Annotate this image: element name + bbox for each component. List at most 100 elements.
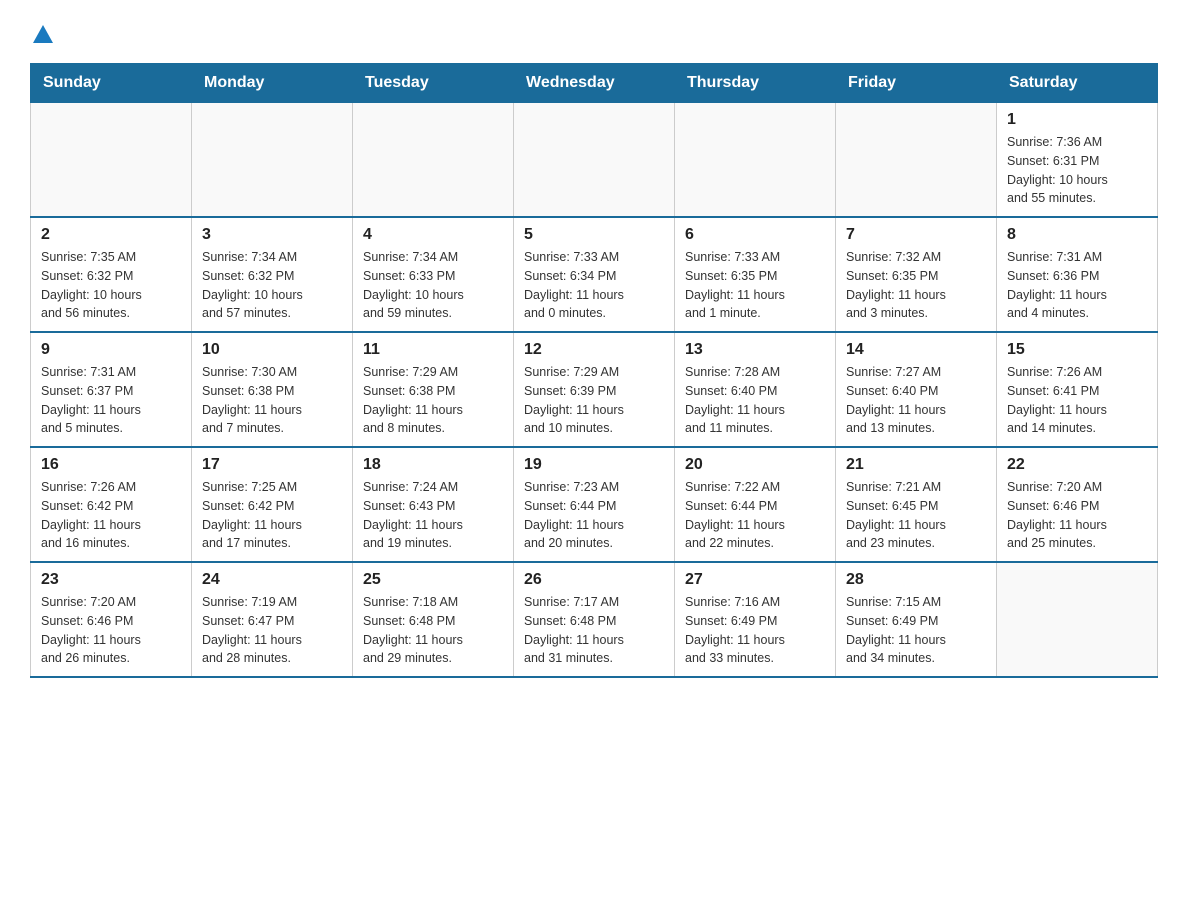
logo — [30, 20, 53, 43]
cell-day-number: 20 — [685, 456, 825, 474]
cell-sun-info: Sunrise: 7:24 AM Sunset: 6:43 PM Dayligh… — [363, 478, 503, 553]
cell-day-number: 9 — [41, 341, 181, 359]
cell-sun-info: Sunrise: 7:25 AM Sunset: 6:42 PM Dayligh… — [202, 478, 342, 553]
calendar-cell: 15 Sunrise: 7:26 AM Sunset: 6:41 PM Dayli… — [997, 332, 1158, 447]
cell-sun-info: Sunrise: 7:34 AM Sunset: 6:33 PM Dayligh… — [363, 248, 503, 323]
cell-sun-info: Sunrise: 7:26 AM Sunset: 6:41 PM Dayligh… — [1007, 363, 1147, 438]
cell-sun-info: Sunrise: 7:31 AM Sunset: 6:36 PM Dayligh… — [1007, 248, 1147, 323]
calendar-cell: 2 Sunrise: 7:35 AM Sunset: 6:32 PM Daylig… — [31, 217, 192, 332]
calendar-cell — [353, 103, 514, 218]
cell-sun-info: Sunrise: 7:20 AM Sunset: 6:46 PM Dayligh… — [41, 593, 181, 668]
calendar-cell — [31, 103, 192, 218]
cell-day-number: 18 — [363, 456, 503, 474]
cell-sun-info: Sunrise: 7:16 AM Sunset: 6:49 PM Dayligh… — [685, 593, 825, 668]
calendar-week-row: 1Sunrise: 7:36 AM Sunset: 6:31 PM Daylig… — [31, 103, 1158, 218]
calendar-cell — [514, 103, 675, 218]
cell-sun-info: Sunrise: 7:26 AM Sunset: 6:42 PM Dayligh… — [41, 478, 181, 553]
calendar-cell: 12 Sunrise: 7:29 AM Sunset: 6:39 PM Dayli… — [514, 332, 675, 447]
cell-sun-info: Sunrise: 7:29 AM Sunset: 6:38 PM Dayligh… — [363, 363, 503, 438]
calendar-cell — [192, 103, 353, 218]
day-header-saturday: Saturday — [997, 64, 1158, 103]
calendar-week-row: 2 Sunrise: 7:35 AM Sunset: 6:32 PM Daylig… — [31, 217, 1158, 332]
calendar-cell: 21 Sunrise: 7:21 AM Sunset: 6:45 PM Dayli… — [836, 447, 997, 562]
calendar-cell: 24 Sunrise: 7:19 AM Sunset: 6:47 PM Dayli… — [192, 562, 353, 677]
calendar-cell: 8 Sunrise: 7:31 AM Sunset: 6:36 PM Daylig… — [997, 217, 1158, 332]
cell-day-number: 2 — [41, 226, 181, 244]
calendar-cell: 27 Sunrise: 7:16 AM Sunset: 6:49 PM Dayli… — [675, 562, 836, 677]
cell-day-number: 25 — [363, 571, 503, 589]
calendar-cell: 25 Sunrise: 7:18 AM Sunset: 6:48 PM Dayli… — [353, 562, 514, 677]
calendar-cell: 26 Sunrise: 7:17 AM Sunset: 6:48 PM Dayli… — [514, 562, 675, 677]
cell-day-number: 12 — [524, 341, 664, 359]
cell-day-number: 27 — [685, 571, 825, 589]
calendar-cell: 22Sunrise: 7:20 AM Sunset: 6:46 PM Dayli… — [997, 447, 1158, 562]
cell-day-number: 23 — [41, 571, 181, 589]
cell-sun-info: Sunrise: 7:28 AM Sunset: 6:40 PM Dayligh… — [685, 363, 825, 438]
cell-day-number: 5 — [524, 226, 664, 244]
calendar-cell: 13Sunrise: 7:28 AM Sunset: 6:40 PM Dayli… — [675, 332, 836, 447]
day-header-wednesday: Wednesday — [514, 64, 675, 103]
cell-sun-info: Sunrise: 7:29 AM Sunset: 6:39 PM Dayligh… — [524, 363, 664, 438]
cell-day-number: 7 — [846, 226, 986, 244]
cell-sun-info: Sunrise: 7:15 AM Sunset: 6:49 PM Dayligh… — [846, 593, 986, 668]
cell-sun-info: Sunrise: 7:22 AM Sunset: 6:44 PM Dayligh… — [685, 478, 825, 553]
cell-sun-info: Sunrise: 7:19 AM Sunset: 6:47 PM Dayligh… — [202, 593, 342, 668]
cell-sun-info: Sunrise: 7:18 AM Sunset: 6:48 PM Dayligh… — [363, 593, 503, 668]
cell-day-number: 19 — [524, 456, 664, 474]
cell-sun-info: Sunrise: 7:30 AM Sunset: 6:38 PM Dayligh… — [202, 363, 342, 438]
cell-sun-info: Sunrise: 7:35 AM Sunset: 6:32 PM Dayligh… — [41, 248, 181, 323]
cell-day-number: 1 — [1007, 111, 1147, 129]
calendar-cell: 28 Sunrise: 7:15 AM Sunset: 6:49 PM Dayli… — [836, 562, 997, 677]
cell-sun-info: Sunrise: 7:27 AM Sunset: 6:40 PM Dayligh… — [846, 363, 986, 438]
cell-sun-info: Sunrise: 7:23 AM Sunset: 6:44 PM Dayligh… — [524, 478, 664, 553]
calendar-cell — [836, 103, 997, 218]
cell-sun-info: Sunrise: 7:21 AM Sunset: 6:45 PM Dayligh… — [846, 478, 986, 553]
cell-sun-info: Sunrise: 7:20 AM Sunset: 6:46 PM Dayligh… — [1007, 478, 1147, 553]
cell-day-number: 24 — [202, 571, 342, 589]
calendar-cell: 1Sunrise: 7:36 AM Sunset: 6:31 PM Daylig… — [997, 103, 1158, 218]
cell-day-number: 6 — [685, 226, 825, 244]
calendar-cell — [997, 562, 1158, 677]
calendar-week-row: 23 Sunrise: 7:20 AM Sunset: 6:46 PM Dayli… — [31, 562, 1158, 677]
calendar-week-row: 16 Sunrise: 7:26 AM Sunset: 6:42 PM Dayli… — [31, 447, 1158, 562]
page-header — [30, 20, 1158, 43]
cell-day-number: 16 — [41, 456, 181, 474]
calendar-cell: 10 Sunrise: 7:30 AM Sunset: 6:38 PM Dayli… — [192, 332, 353, 447]
calendar-cell: 18 Sunrise: 7:24 AM Sunset: 6:43 PM Dayli… — [353, 447, 514, 562]
calendar-cell: 14 Sunrise: 7:27 AM Sunset: 6:40 PM Dayli… — [836, 332, 997, 447]
calendar-cell: 23 Sunrise: 7:20 AM Sunset: 6:46 PM Dayli… — [31, 562, 192, 677]
cell-day-number: 8 — [1007, 226, 1147, 244]
day-header-tuesday: Tuesday — [353, 64, 514, 103]
day-header-monday: Monday — [192, 64, 353, 103]
cell-day-number: 11 — [363, 341, 503, 359]
cell-sun-info: Sunrise: 7:17 AM Sunset: 6:48 PM Dayligh… — [524, 593, 664, 668]
calendar-cell: 6 Sunrise: 7:33 AM Sunset: 6:35 PM Daylig… — [675, 217, 836, 332]
calendar-week-row: 9 Sunrise: 7:31 AM Sunset: 6:37 PM Daylig… — [31, 332, 1158, 447]
calendar-cell: 9 Sunrise: 7:31 AM Sunset: 6:37 PM Daylig… — [31, 332, 192, 447]
cell-sun-info: Sunrise: 7:34 AM Sunset: 6:32 PM Dayligh… — [202, 248, 342, 323]
cell-day-number: 26 — [524, 571, 664, 589]
cell-day-number: 10 — [202, 341, 342, 359]
calendar-cell — [675, 103, 836, 218]
cell-sun-info: Sunrise: 7:33 AM Sunset: 6:34 PM Dayligh… — [524, 248, 664, 323]
cell-sun-info: Sunrise: 7:33 AM Sunset: 6:35 PM Dayligh… — [685, 248, 825, 323]
calendar-cell: 3 Sunrise: 7:34 AM Sunset: 6:32 PM Daylig… — [192, 217, 353, 332]
calendar-cell: 5 Sunrise: 7:33 AM Sunset: 6:34 PM Daylig… — [514, 217, 675, 332]
calendar-cell: 20 Sunrise: 7:22 AM Sunset: 6:44 PM Dayli… — [675, 447, 836, 562]
calendar-cell: 7Sunrise: 7:32 AM Sunset: 6:35 PM Daylig… — [836, 217, 997, 332]
calendar-cell: 16 Sunrise: 7:26 AM Sunset: 6:42 PM Dayli… — [31, 447, 192, 562]
day-header-sunday: Sunday — [31, 64, 192, 103]
calendar-cell: 19 Sunrise: 7:23 AM Sunset: 6:44 PM Dayli… — [514, 447, 675, 562]
calendar-cell: 11 Sunrise: 7:29 AM Sunset: 6:38 PM Dayli… — [353, 332, 514, 447]
cell-day-number: 28 — [846, 571, 986, 589]
day-header-thursday: Thursday — [675, 64, 836, 103]
cell-day-number: 21 — [846, 456, 986, 474]
day-header-friday: Friday — [836, 64, 997, 103]
calendar-cell: 4 Sunrise: 7:34 AM Sunset: 6:33 PM Daylig… — [353, 217, 514, 332]
cell-day-number: 14 — [846, 341, 986, 359]
cell-sun-info: Sunrise: 7:31 AM Sunset: 6:37 PM Dayligh… — [41, 363, 181, 438]
cell-day-number: 15 — [1007, 341, 1147, 359]
cell-day-number: 4 — [363, 226, 503, 244]
calendar-cell: 17Sunrise: 7:25 AM Sunset: 6:42 PM Dayli… — [192, 447, 353, 562]
cell-day-number: 3 — [202, 226, 342, 244]
